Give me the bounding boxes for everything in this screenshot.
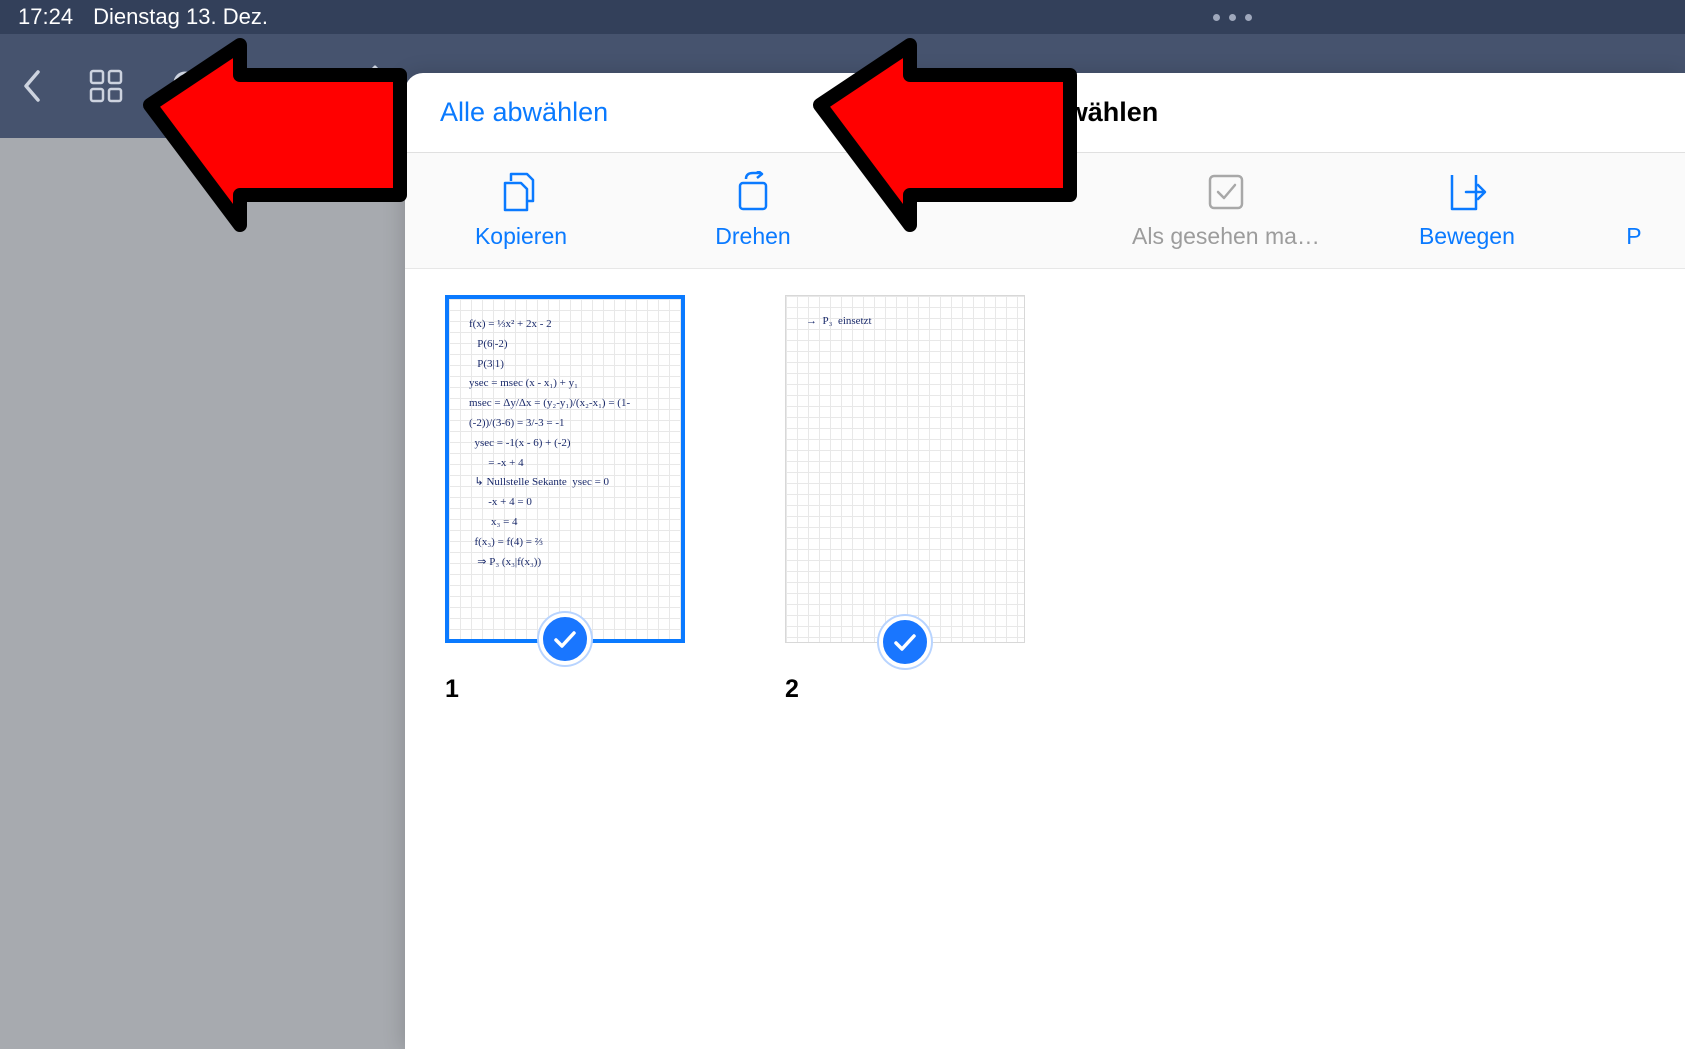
- status-bar: 17:24 Dienstag 13. Dez.: [0, 0, 1685, 34]
- thumbnail-content: → P₃ einsetzt: [794, 304, 1016, 340]
- mark-seen-action[interactable]: Als gesehen ma…: [1132, 173, 1320, 250]
- mark-seen-label: Als gesehen ma…: [1132, 223, 1320, 250]
- checkbox-icon: [1207, 173, 1245, 211]
- copy-icon: [501, 173, 541, 211]
- rotate-action[interactable]: Drehen: [668, 173, 838, 250]
- modal-header: Alle abwählen Seiten auswählen: [405, 73, 1685, 153]
- share-icon[interactable]: [358, 65, 392, 107]
- page-thumbnail-1[interactable]: f(x) = ⅓x² + 2x - 2 P(6|-2) P(3|1) ysec …: [445, 295, 685, 643]
- back-icon[interactable]: [20, 68, 42, 104]
- modal-title: Seiten auswählen: [932, 97, 1159, 128]
- pages-grid: f(x) = ⅓x² + 2x - 2 P(6|-2) P(3|1) ysec …: [405, 269, 1685, 730]
- page-thumbnail-2[interactable]: → P₃ einsetzt: [785, 295, 1025, 643]
- page-number: 2: [785, 675, 1025, 704]
- document-background: [0, 138, 405, 1049]
- last-action[interactable]: P: [1614, 173, 1654, 250]
- actions-toolbar: Kopieren Drehen Als ge: [405, 153, 1685, 269]
- deselect-all-button[interactable]: Alle abwählen: [440, 97, 608, 128]
- page-number: 1: [445, 675, 685, 704]
- selected-check-icon: [539, 613, 591, 665]
- page-item-2[interactable]: → P₃ einsetzt 2: [785, 295, 1025, 704]
- rotate-label: Drehen: [715, 223, 790, 250]
- more-dots-icon[interactable]: [1213, 14, 1252, 21]
- rotate-icon: [732, 173, 774, 211]
- status-time: 17:24: [18, 4, 73, 30]
- move-label: Bewegen: [1419, 223, 1515, 250]
- page-item-1[interactable]: f(x) = ⅓x² + 2x - 2 P(6|-2) P(3|1) ysec …: [445, 295, 685, 704]
- search-icon[interactable]: [170, 68, 206, 104]
- status-date: Dienstag 13. Dez.: [93, 4, 268, 30]
- thumbnail-content: f(x) = ⅓x² + 2x - 2 P(6|-2) P(3|1) ysec …: [457, 307, 673, 580]
- last-label: P: [1626, 223, 1641, 250]
- grid-icon[interactable]: [88, 68, 124, 104]
- copy-action[interactable]: Kopieren: [436, 173, 606, 250]
- move-action[interactable]: Bewegen: [1382, 173, 1552, 250]
- move-icon: [1446, 173, 1488, 211]
- selected-check-icon: [879, 616, 931, 668]
- select-pages-modal: Alle abwählen Seiten auswählen Kopieren …: [405, 73, 1685, 1049]
- copy-label: Kopieren: [475, 223, 567, 250]
